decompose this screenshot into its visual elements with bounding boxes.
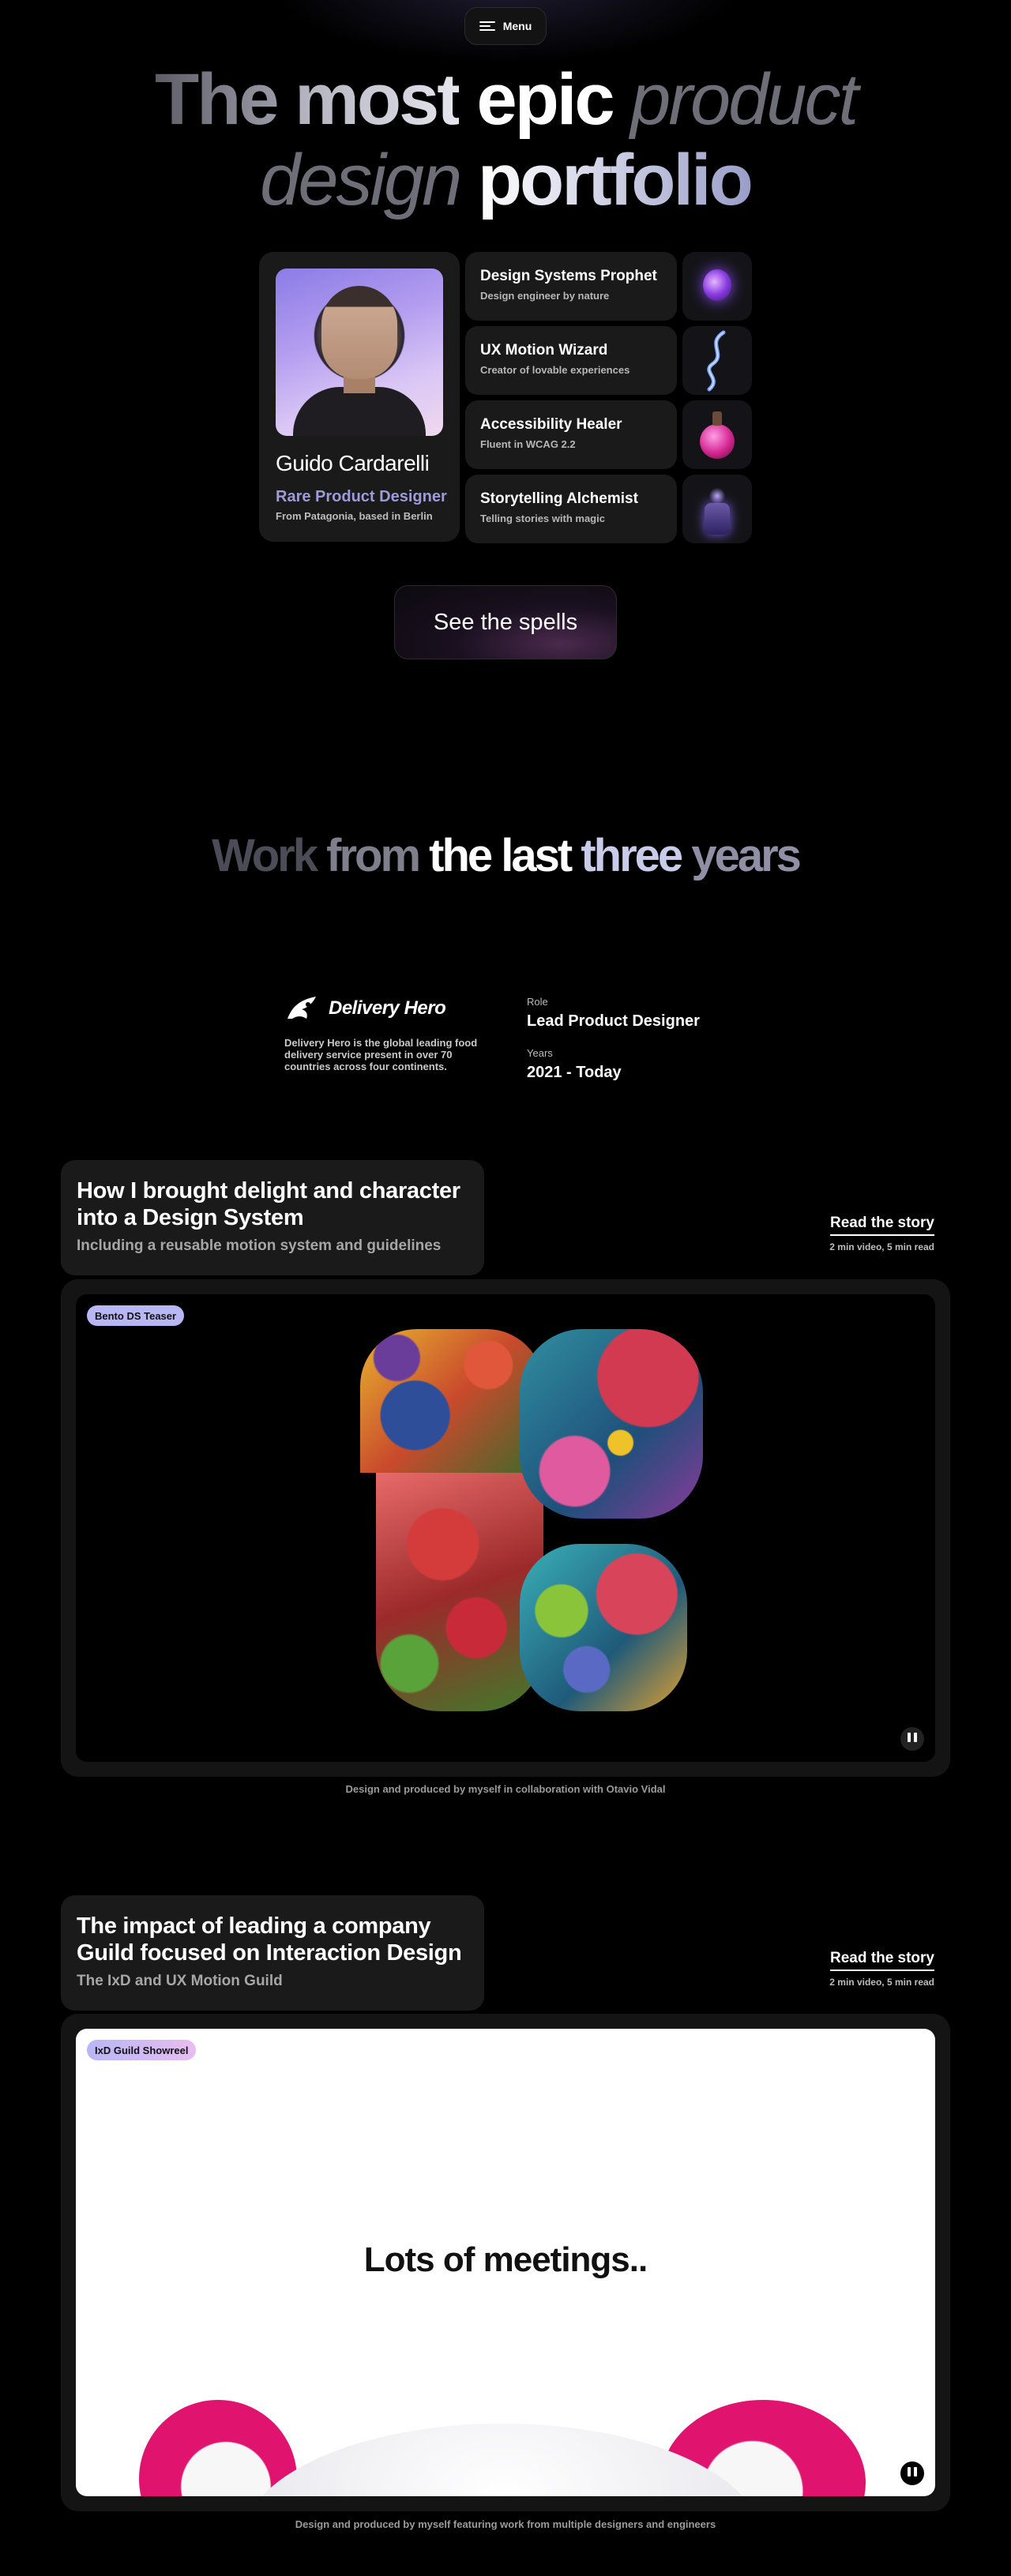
profile-role: Rare Product Designer [276, 488, 447, 505]
delivery-hero-logo: Delivery Hero [284, 995, 446, 1022]
story-header: How I brought delight and character into… [61, 1160, 484, 1275]
hero-word: The [154, 59, 280, 140]
role-label: Role [527, 996, 548, 1008]
title-word: last [501, 830, 573, 881]
story-video[interactable]: IxD Guild Showreel Lots of meetings.. [76, 2029, 935, 2496]
skill-card: Accessibility Healer Fluent in WCAG 2.2 [465, 400, 677, 469]
skill-title: Accessibility Healer [480, 416, 622, 433]
story-headline: How I brought delight and character into… [77, 1178, 460, 1230]
potion-icon[interactable] [682, 400, 752, 469]
fruit-shape [376, 1473, 543, 1711]
profile-avatar [276, 268, 443, 436]
read-time: 2 min video, 5 min read [829, 1241, 934, 1252]
read-the-story-link[interactable]: Read the story [830, 1215, 934, 1236]
hero-word: epic [476, 59, 614, 140]
menu-label: Menu [502, 20, 532, 32]
profile-name: Guido Cardarelli [276, 451, 430, 475]
skill-title: Storytelling Alchemist [480, 490, 638, 507]
menu-icon [479, 21, 495, 31]
story-subtitle: Including a reusable motion system and g… [77, 1237, 442, 1254]
video-text: Lots of meetings.. [363, 2240, 648, 2279]
hero-word: most [295, 59, 461, 140]
skill-card: UX Motion Wizard Creator of lovable expe… [465, 326, 677, 395]
pause-button[interactable] [900, 1727, 924, 1751]
story-video[interactable]: Bento DS Teaser [76, 1294, 935, 1762]
skill-title: UX Motion Wizard [480, 342, 608, 359]
skill-card: Design Systems Prophet Design engineer b… [465, 252, 677, 321]
profile-location: From Patagonia, based in Berlin [276, 510, 433, 522]
pause-icon [906, 2466, 919, 2480]
title-word: from [326, 830, 421, 881]
fruit-shape [360, 1329, 543, 1473]
purple-orb-icon[interactable] [682, 252, 752, 321]
fruit-shape [520, 1544, 687, 1711]
alchemy-jar-icon[interactable] [682, 475, 752, 543]
skill-subtitle: Design engineer by nature [480, 290, 610, 302]
story-read-block: Read the story 2 min video, 5 min read [829, 1950, 934, 1988]
years-value: 2021 - Today [527, 1064, 622, 1081]
story-header: The impact of leading a company Guild fo… [61, 1895, 484, 2011]
title-word: Work [212, 830, 318, 881]
video-badge: IxD Guild Showreel [87, 2040, 197, 2060]
story-subtitle: The IxD and UX Motion Guild [77, 1973, 283, 1989]
story-video-frame: Bento DS Teaser [61, 1279, 950, 1777]
fruit-shape [520, 1329, 703, 1519]
skill-title: Design Systems Prophet [480, 268, 657, 284]
fluffy-ear-left [139, 2400, 297, 2496]
story-headline: The impact of leading a company Guild fo… [77, 1913, 462, 1966]
skill-card: Storytelling Alchemist Telling stories w… [465, 475, 677, 543]
company-name: Delivery Hero [329, 997, 446, 1019]
video-caption: Design and produced by myself in collabo… [345, 1783, 666, 1795]
hero-word: design [260, 140, 462, 220]
story-video-frame: IxD Guild Showreel Lots of meetings.. [61, 2014, 950, 2511]
company-description: Delivery Hero is the global leading food… [284, 1037, 478, 1072]
delivery-hero-logo-icon [288, 997, 316, 1019]
video-badge: Bento DS Teaser [87, 1305, 185, 1326]
hero-word: product [630, 59, 859, 140]
role-value: Lead Product Designer [527, 1012, 700, 1030]
title-word: the [429, 830, 493, 881]
hero-word: portfolio [477, 140, 754, 220]
title-word: three [581, 830, 683, 881]
years-label: Years [527, 1047, 553, 1059]
read-the-story-link[interactable]: Read the story [830, 1950, 934, 1971]
skill-subtitle: Fluent in WCAG 2.2 [480, 438, 576, 450]
cta-label: See the spells [433, 609, 578, 635]
skill-subtitle: Creator of lovable experiences [480, 364, 630, 376]
hero-title: The most epic product design portfolio [0, 59, 1011, 220]
title-word: years [691, 830, 802, 881]
story-read-block: Read the story 2 min video, 5 min read [829, 1215, 934, 1252]
pause-icon [906, 1732, 919, 1746]
read-time: 2 min video, 5 min read [829, 1977, 934, 1988]
see-the-spells-button[interactable]: See the spells [394, 585, 617, 659]
work-section-title: Work from the last three years [0, 829, 1011, 882]
pause-button[interactable] [900, 2461, 924, 2485]
blue-lightning-icon[interactable] [682, 326, 752, 395]
skill-subtitle: Telling stories with magic [480, 513, 605, 524]
video-caption: Design and produced by myself featuring … [295, 2518, 716, 2530]
profile-card: Guido Cardarelli Rare Product Designer F… [259, 252, 460, 542]
menu-button[interactable]: Menu [464, 7, 547, 45]
